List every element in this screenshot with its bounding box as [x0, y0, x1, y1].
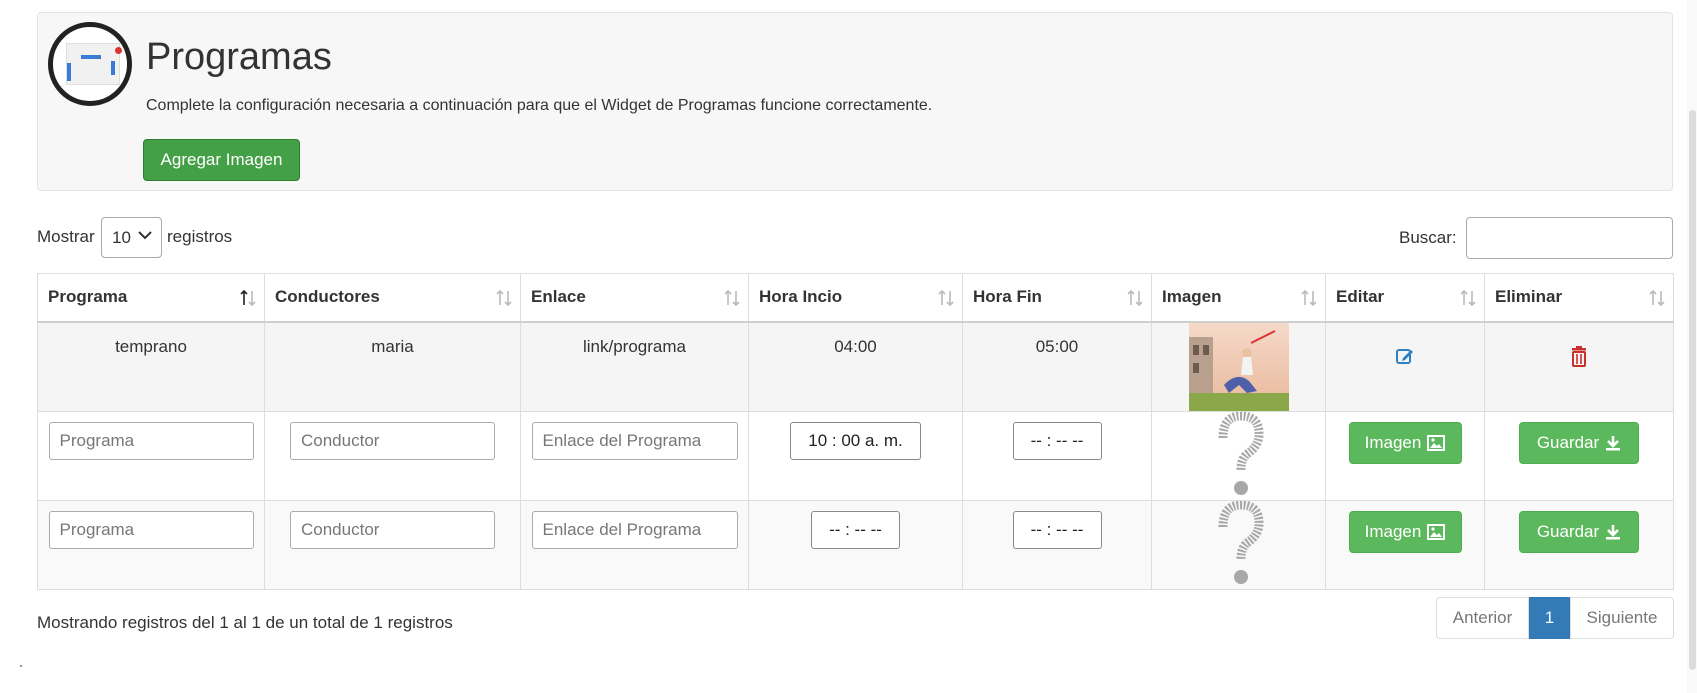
- table-row-new: Programa Conductor Enlace del Programa -…: [37, 499, 1674, 590]
- hora-inicio-input[interactable]: -- : -- --: [811, 510, 900, 549]
- column-header-enlace[interactable]: Enlace: [520, 273, 749, 323]
- save-button-label: Guardar: [1536, 432, 1600, 452]
- current-page-button[interactable]: 1: [1529, 597, 1570, 639]
- question-mark-icon: [1218, 411, 1264, 495]
- length-label-after: registros: [167, 227, 233, 246]
- search-label: Buscar:: [1399, 228, 1457, 247]
- next-page-button[interactable]: Siguiente: [1570, 597, 1674, 639]
- cell-hora-inicio-input: -- : -- --: [748, 499, 963, 590]
- column-header-eliminar[interactable]: Eliminar: [1484, 273, 1674, 323]
- sort-icon: [1127, 289, 1143, 307]
- trash-icon[interactable]: [1569, 345, 1589, 367]
- cell-imagen-button: Imagen: [1325, 410, 1485, 501]
- chevron-down-icon: [138, 231, 152, 240]
- cell-imagen-placeholder: [1151, 410, 1326, 501]
- download-icon: [1606, 524, 1621, 539]
- column-header-programa[interactable]: Programa: [37, 273, 265, 323]
- page-subtitle: Complete la configuración necesaria a co…: [146, 97, 933, 114]
- stray-dot: [20, 665, 22, 667]
- cell-hora-fin-input: -- : -- --: [962, 410, 1152, 501]
- pagination: Anterior 1 Siguiente: [1436, 597, 1674, 639]
- image-button[interactable]: Imagen: [1348, 421, 1462, 464]
- column-header-editar[interactable]: Editar: [1325, 273, 1485, 323]
- cell-editar: [1325, 321, 1485, 412]
- image-button[interactable]: Imagen: [1348, 510, 1462, 553]
- hora-inicio-input[interactable]: 10 : 00 a. m.: [790, 421, 921, 460]
- cell-hora-inicio-input: 10 : 00 a. m.: [748, 410, 963, 501]
- cell-conductor: maria: [264, 321, 521, 412]
- sort-icon: [1649, 289, 1665, 307]
- hora-fin-input[interactable]: -- : -- --: [1012, 421, 1102, 460]
- question-mark-icon: [1218, 500, 1264, 584]
- sort-asc-icon: [240, 289, 256, 307]
- conductor-input[interactable]: Conductor: [290, 510, 495, 549]
- programa-input[interactable]: Programa: [48, 421, 254, 460]
- add-image-button[interactable]: Agregar Imagen: [143, 139, 300, 181]
- cell-imagen-placeholder: [1151, 499, 1326, 590]
- cell-programa-input: Programa: [37, 499, 265, 590]
- logo-icon: [48, 22, 132, 106]
- scrollbar-thumb[interactable]: [1689, 110, 1696, 670]
- image-button-label: Imagen: [1364, 521, 1422, 541]
- column-header-hora-fin[interactable]: Hora Fin: [962, 273, 1152, 323]
- sort-icon: [938, 289, 954, 307]
- cell-programa-input: Programa: [37, 410, 265, 501]
- cell-enlace-input: Enlace del Programa: [520, 410, 749, 501]
- programs-table: Programa Conductores Enlace Hora Incio H…: [37, 273, 1674, 590]
- length-label-before: Mostrar: [37, 227, 95, 246]
- program-thumbnail: [1188, 322, 1289, 411]
- cell-imagen-button: Imagen: [1325, 499, 1485, 590]
- save-button-label: Guardar: [1536, 521, 1600, 541]
- column-header-imagen[interactable]: Imagen: [1151, 273, 1326, 323]
- save-button[interactable]: Guardar: [1519, 421, 1639, 464]
- cell-guardar-button: Guardar: [1484, 499, 1674, 590]
- image-icon: [1427, 523, 1446, 540]
- cell-hora-fin: 05:00: [962, 321, 1152, 412]
- image-icon: [1427, 434, 1446, 451]
- enlace-input[interactable]: Enlace del Programa: [531, 510, 738, 549]
- table-row: temprano maria link/programa 04:00 05:00: [37, 321, 1674, 412]
- enlace-input[interactable]: Enlace del Programa: [531, 421, 738, 460]
- cell-hora-fin-input: -- : -- --: [962, 499, 1152, 590]
- cell-enlace: link/programa: [520, 321, 749, 412]
- cell-eliminar: [1484, 321, 1674, 412]
- image-button-label: Imagen: [1364, 432, 1422, 452]
- save-button[interactable]: Guardar: [1519, 510, 1639, 553]
- sort-icon: [724, 289, 740, 307]
- column-header-hora-inicio[interactable]: Hora Incio: [748, 273, 963, 323]
- edit-icon[interactable]: [1395, 345, 1415, 367]
- header-panel: Programas Complete la configuración nece…: [37, 12, 1673, 191]
- cell-conductor-input: Conductor: [264, 499, 521, 590]
- sort-icon: [1460, 289, 1476, 307]
- length-select-value: 10: [112, 227, 131, 247]
- cell-conductor-input: Conductor: [264, 410, 521, 501]
- length-select[interactable]: 10: [101, 217, 162, 258]
- sort-icon: [1301, 289, 1317, 307]
- hora-fin-input[interactable]: -- : -- --: [1012, 510, 1102, 549]
- sort-icon: [496, 289, 512, 307]
- table-info: Mostrando registros del 1 al 1 de un tot…: [37, 613, 453, 632]
- conductor-input[interactable]: Conductor: [290, 421, 495, 460]
- previous-page-button[interactable]: Anterior: [1436, 597, 1529, 639]
- cell-programa: temprano: [37, 321, 265, 412]
- scrollbar-track[interactable]: [1687, 0, 1697, 693]
- cell-enlace-input: Enlace del Programa: [520, 499, 749, 590]
- programa-input[interactable]: Programa: [48, 510, 254, 549]
- table-row-new: Programa Conductor Enlace del Programa 1…: [37, 410, 1674, 501]
- cell-hora-inicio: 04:00: [748, 321, 963, 412]
- download-icon: [1606, 435, 1621, 450]
- search-input[interactable]: [1466, 217, 1673, 259]
- cell-imagen: [1151, 321, 1326, 412]
- column-header-conductores[interactable]: Conductores: [264, 273, 521, 323]
- cell-guardar-button: Guardar: [1484, 410, 1674, 501]
- page-title: Programas: [146, 36, 332, 78]
